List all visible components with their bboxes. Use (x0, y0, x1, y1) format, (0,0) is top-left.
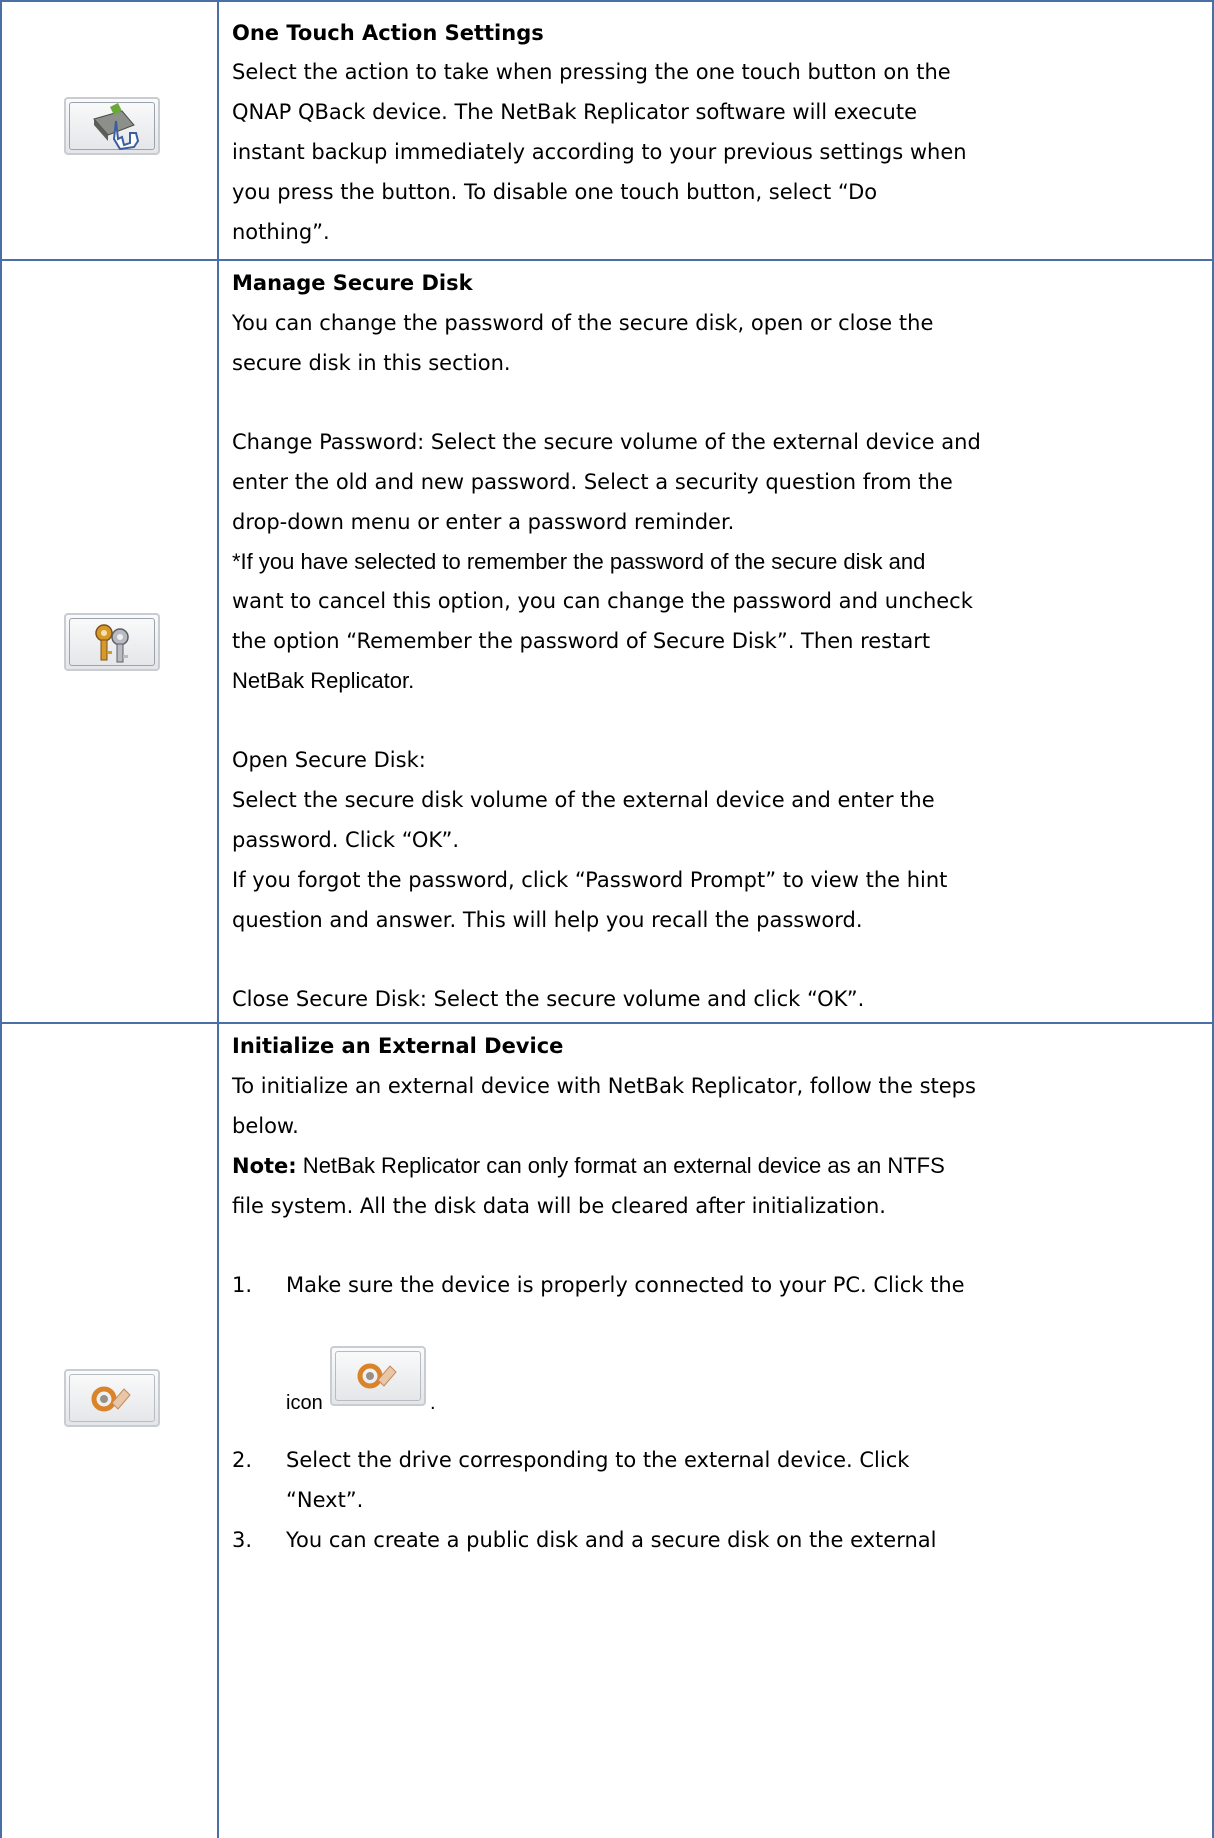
paragraph-line: QNAP QBack device. The NetBak Replicator… (232, 100, 918, 124)
note-label: Note: (232, 1154, 297, 1178)
step-text: Select the drive corresponding to the ex… (286, 1448, 910, 1472)
row-border-1 (0, 259, 1214, 261)
row-title: Manage Secure Disk (232, 271, 473, 295)
paragraph-line: instant backup immediately according to … (232, 140, 967, 164)
step-number: 2. (232, 1448, 253, 1472)
paragraph-line: Open Secure Disk: (232, 748, 426, 772)
inline-icon-prefix: icon (286, 1392, 323, 1414)
paragraph-line: NetBak Replicator. (232, 668, 415, 693)
paragraph-line: Select the secure disk volume of the ext… (232, 788, 935, 812)
paragraph-line: want to cancel this option, you can chan… (232, 589, 973, 613)
row-border-top (0, 0, 1214, 2)
paragraph-line: enter the old and new password. Select a… (232, 470, 953, 494)
paragraph-line: secure disk in this section. (232, 351, 511, 375)
paragraph-line: Select the action to take when pressing … (232, 60, 951, 84)
paragraph-line: You can change the password of the secur… (232, 311, 934, 335)
paragraph-line: file system. All the disk data will be c… (232, 1194, 886, 1218)
paragraph-line: you press the button. To disable one tou… (232, 180, 878, 204)
note-line: Note: NetBak Replicator can only format … (232, 1149, 945, 1183)
row-border-2 (0, 1022, 1214, 1024)
step-number: 1. (232, 1273, 253, 1297)
step-text: Make sure the device is properly connect… (286, 1273, 965, 1297)
paragraph-line: *If you have selected to remember the pa… (232, 549, 926, 574)
paragraph-line: drop-down menu or enter a password remin… (232, 510, 735, 534)
initialize-device-icon (64, 1369, 160, 1427)
paragraph-line: Change Password: Select the secure volum… (232, 430, 981, 454)
paragraph-line: the option “Remember the password of Sec… (232, 629, 931, 653)
note-text: NetBak Replicator can only format an ext… (296, 1153, 945, 1178)
one-touch-hand-icon (64, 97, 160, 155)
inline-icon-suffix: . (430, 1392, 436, 1414)
paragraph-line: If you forgot the password, click “Passw… (232, 868, 948, 892)
row-title: One Touch Action Settings (232, 21, 544, 45)
initialize-device-icon (330, 1346, 426, 1406)
paragraph-line: nothing”. (232, 220, 330, 244)
step-number: 3. (232, 1528, 253, 1552)
table-border-middle (217, 0, 219, 1838)
row-title: Initialize an External Device (232, 1034, 564, 1058)
paragraph-line: question and answer. This will help you … (232, 908, 863, 932)
table-border-left (0, 0, 2, 1838)
step-text: You can create a public disk and a secur… (286, 1528, 937, 1552)
paragraph-line: To initialize an external device with Ne… (232, 1074, 976, 1098)
paragraph-line: Close Secure Disk: Select the secure vol… (232, 987, 865, 1011)
paragraph-line: password. Click “OK”. (232, 828, 460, 852)
keys-icon (64, 613, 160, 671)
step-text: “Next”. (286, 1488, 364, 1512)
document-table: One Touch Action Settings Select the act… (0, 0, 1214, 1838)
paragraph-line: below. (232, 1114, 299, 1138)
